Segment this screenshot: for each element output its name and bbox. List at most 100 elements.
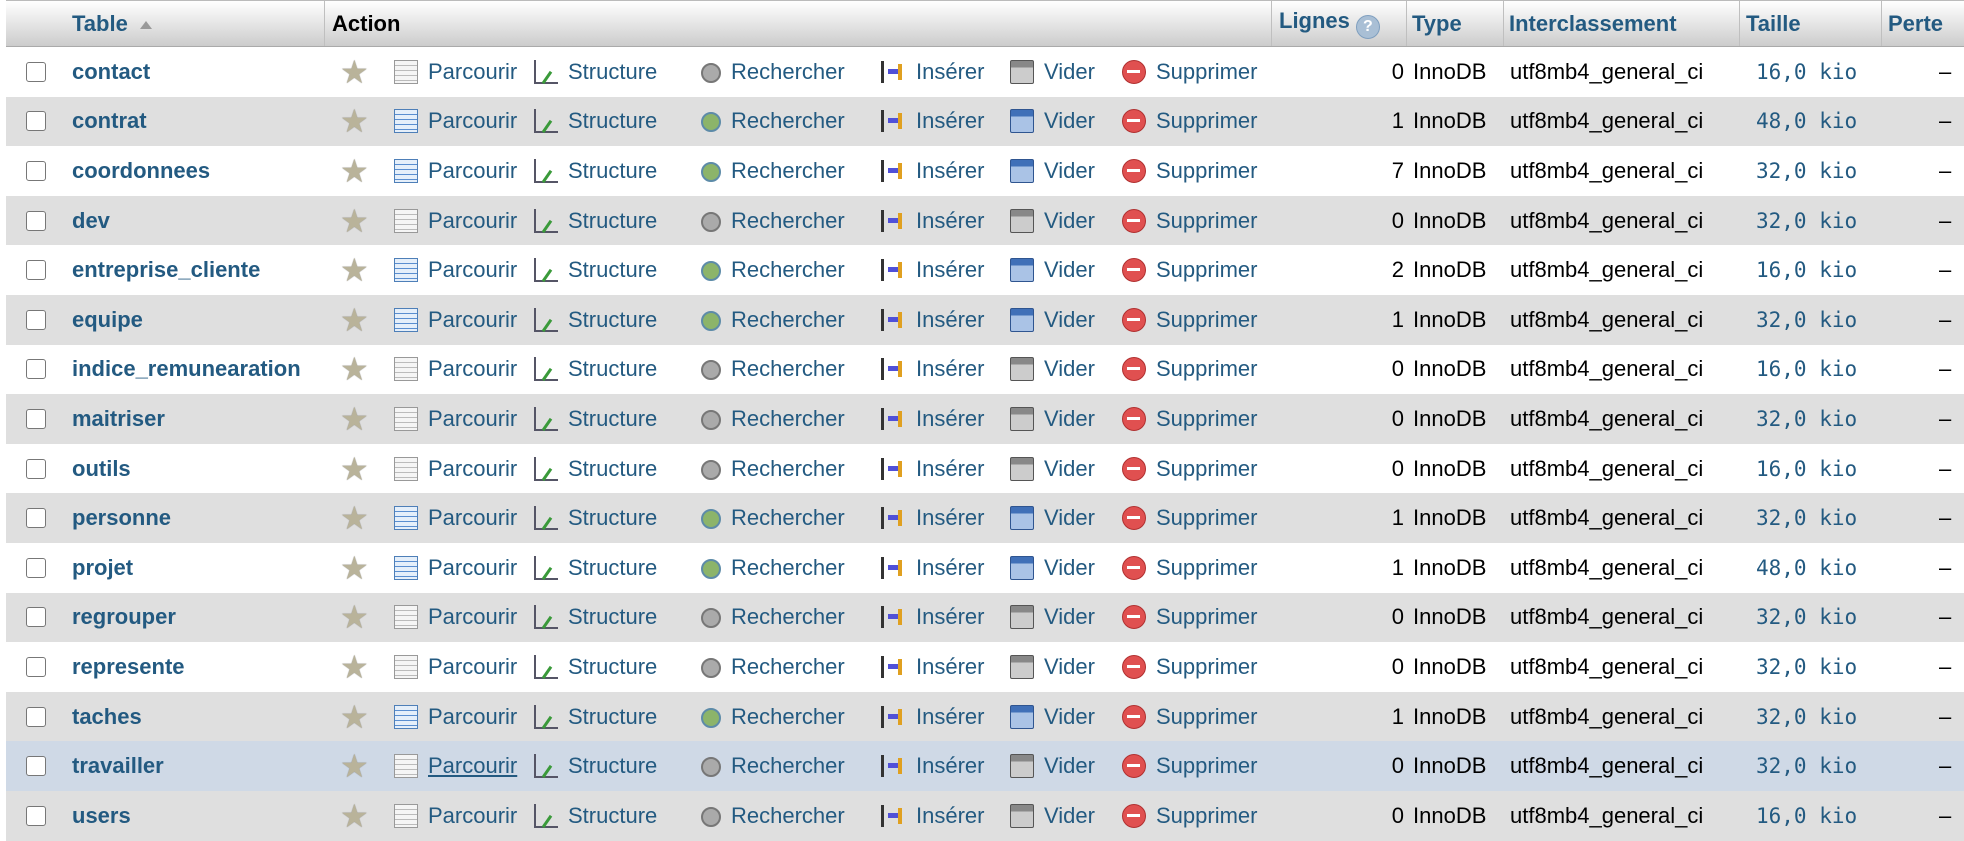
empty-action[interactable]: Vider: [1010, 196, 1095, 246]
structure-action[interactable]: Structure: [534, 47, 657, 97]
row-checkbox[interactable]: [26, 295, 46, 345]
row-checkbox[interactable]: [26, 394, 46, 444]
row-checkbox[interactable]: [26, 493, 46, 543]
row-checkbox[interactable]: [26, 741, 46, 791]
table-name-link[interactable]: represente: [72, 642, 185, 692]
favorite-star-icon[interactable]: ★: [340, 196, 369, 246]
browse-action[interactable]: Parcourir: [394, 245, 517, 295]
search-action[interactable]: Rechercher: [701, 791, 845, 841]
favorite-star-icon[interactable]: ★: [340, 493, 369, 543]
table-name-link[interactable]: projet: [72, 543, 133, 593]
structure-action[interactable]: Structure: [534, 593, 657, 643]
search-action[interactable]: Rechercher: [701, 493, 845, 543]
favorite-star-icon[interactable]: ★: [340, 791, 369, 841]
empty-action[interactable]: Vider: [1010, 295, 1095, 345]
size-link[interactable]: 32,0 kio: [1756, 394, 1857, 444]
drop-action[interactable]: Supprimer: [1122, 47, 1257, 97]
table-name-link[interactable]: regrouper: [72, 593, 176, 643]
drop-action[interactable]: Supprimer: [1122, 245, 1257, 295]
insert-action[interactable]: Insérer: [881, 791, 984, 841]
insert-action[interactable]: Insérer: [881, 97, 984, 147]
empty-action[interactable]: Vider: [1010, 47, 1095, 97]
search-action[interactable]: Rechercher: [701, 642, 845, 692]
drop-action[interactable]: Supprimer: [1122, 345, 1257, 395]
table-name-link[interactable]: contrat: [72, 97, 147, 147]
drop-action[interactable]: Supprimer: [1122, 97, 1257, 147]
row-checkbox[interactable]: [26, 444, 46, 494]
empty-action[interactable]: Vider: [1010, 394, 1095, 444]
favorite-star-icon[interactable]: ★: [340, 345, 369, 395]
empty-action[interactable]: Vider: [1010, 642, 1095, 692]
favorite-star-icon[interactable]: ★: [340, 97, 369, 147]
table-name-link[interactable]: dev: [72, 196, 110, 246]
structure-action[interactable]: Structure: [534, 97, 657, 147]
drop-action[interactable]: Supprimer: [1122, 692, 1257, 742]
search-action[interactable]: Rechercher: [701, 593, 845, 643]
search-action[interactable]: Rechercher: [701, 97, 845, 147]
structure-action[interactable]: Structure: [534, 741, 657, 791]
table-name-link[interactable]: travailler: [72, 741, 164, 791]
drop-action[interactable]: Supprimer: [1122, 791, 1257, 841]
size-link[interactable]: 32,0 kio: [1756, 493, 1857, 543]
table-name-link[interactable]: users: [72, 791, 131, 841]
structure-action[interactable]: Structure: [534, 692, 657, 742]
favorite-star-icon[interactable]: ★: [340, 47, 369, 97]
empty-action[interactable]: Vider: [1010, 97, 1095, 147]
size-link[interactable]: 32,0 kio: [1756, 196, 1857, 246]
insert-action[interactable]: Insérer: [881, 692, 984, 742]
size-link[interactable]: 32,0 kio: [1756, 741, 1857, 791]
row-checkbox[interactable]: [26, 146, 46, 196]
drop-action[interactable]: Supprimer: [1122, 642, 1257, 692]
favorite-star-icon[interactable]: ★: [340, 642, 369, 692]
sort-by-taille-header[interactable]: Taille: [1746, 11, 1801, 37]
structure-action[interactable]: Structure: [534, 245, 657, 295]
browse-action[interactable]: Parcourir: [394, 543, 517, 593]
insert-action[interactable]: Insérer: [881, 146, 984, 196]
favorite-star-icon[interactable]: ★: [340, 692, 369, 742]
drop-action[interactable]: Supprimer: [1122, 444, 1257, 494]
size-link[interactable]: 16,0 kio: [1756, 791, 1857, 841]
insert-action[interactable]: Insérer: [881, 295, 984, 345]
search-action[interactable]: Rechercher: [701, 741, 845, 791]
row-checkbox[interactable]: [26, 345, 46, 395]
structure-action[interactable]: Structure: [534, 196, 657, 246]
insert-action[interactable]: Insérer: [881, 493, 984, 543]
table-name-link[interactable]: taches: [72, 692, 142, 742]
insert-action[interactable]: Insérer: [881, 741, 984, 791]
table-name-link[interactable]: equipe: [72, 295, 143, 345]
empty-action[interactable]: Vider: [1010, 741, 1095, 791]
size-link[interactable]: 32,0 kio: [1756, 642, 1857, 692]
drop-action[interactable]: Supprimer: [1122, 493, 1257, 543]
search-action[interactable]: Rechercher: [701, 295, 845, 345]
insert-action[interactable]: Insérer: [881, 196, 984, 246]
search-action[interactable]: Rechercher: [701, 196, 845, 246]
insert-action[interactable]: Insérer: [881, 444, 984, 494]
browse-action[interactable]: Parcourir: [394, 97, 517, 147]
favorite-star-icon[interactable]: ★: [340, 543, 369, 593]
size-link[interactable]: 32,0 kio: [1756, 295, 1857, 345]
table-name-link[interactable]: contact: [72, 47, 150, 97]
empty-action[interactable]: Vider: [1010, 345, 1095, 395]
row-checkbox[interactable]: [26, 642, 46, 692]
search-action[interactable]: Rechercher: [701, 394, 845, 444]
row-checkbox[interactable]: [26, 47, 46, 97]
size-link[interactable]: 48,0 kio: [1756, 97, 1857, 147]
sort-by-interclassement-header[interactable]: Interclassement: [1509, 11, 1677, 37]
browse-action[interactable]: Parcourir: [394, 741, 517, 791]
empty-action[interactable]: Vider: [1010, 146, 1095, 196]
drop-action[interactable]: Supprimer: [1122, 741, 1257, 791]
search-action[interactable]: Rechercher: [701, 146, 845, 196]
row-checkbox[interactable]: [26, 692, 46, 742]
favorite-star-icon[interactable]: ★: [340, 295, 369, 345]
search-action[interactable]: Rechercher: [701, 444, 845, 494]
empty-action[interactable]: Vider: [1010, 493, 1095, 543]
drop-action[interactable]: Supprimer: [1122, 394, 1257, 444]
search-action[interactable]: Rechercher: [701, 245, 845, 295]
size-link[interactable]: 48,0 kio: [1756, 543, 1857, 593]
size-link[interactable]: 16,0 kio: [1756, 345, 1857, 395]
row-checkbox[interactable]: [26, 97, 46, 147]
favorite-star-icon[interactable]: ★: [340, 741, 369, 791]
search-action[interactable]: Rechercher: [701, 345, 845, 395]
search-action[interactable]: Rechercher: [701, 692, 845, 742]
browse-action[interactable]: Parcourir: [394, 493, 517, 543]
